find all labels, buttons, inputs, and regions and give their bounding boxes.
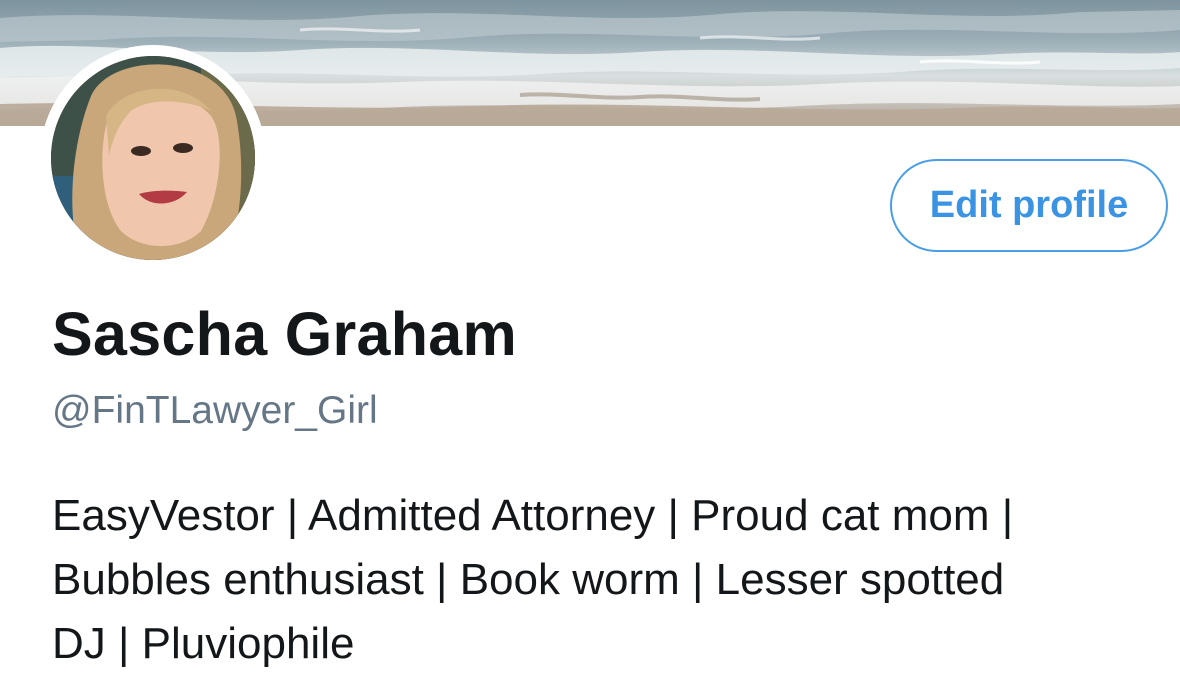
avatar-photo xyxy=(51,56,255,260)
user-handle: @FinTLawyer_Girl xyxy=(52,389,378,432)
profile-bio: EasyVestor | Admitted Attorney | Proud c… xyxy=(52,484,1162,676)
bio-line: DJ | Pluviophile xyxy=(52,619,355,668)
avatar[interactable] xyxy=(51,56,255,260)
display-name: Sascha Graham xyxy=(52,300,518,368)
profile-header: Edit profile Sascha Graham @FinTLawyer_G… xyxy=(0,0,1180,693)
bio-line: EasyVestor | Admitted Attorney | Proud c… xyxy=(52,491,1014,540)
edit-profile-button[interactable]: Edit profile xyxy=(890,159,1168,252)
bio-line: Bubbles enthusiast | Book worm | Lesser … xyxy=(52,555,1005,604)
